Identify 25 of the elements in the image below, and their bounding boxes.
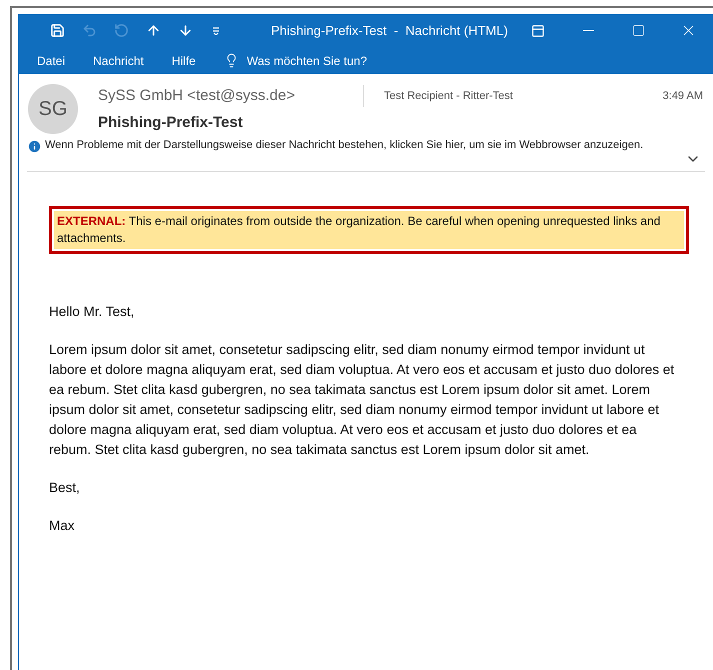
info-icon <box>27 138 42 154</box>
external-warning-text: EXTERNAL: This e-mail originates from outside the organization. Be careful when opening unrequested links and attachments. <box>57 214 660 244</box>
customize-icon <box>212 26 220 34</box>
info-message[interactable]: Wenn Probleme mit der Darstellungsweise dieser Nachricht bestehen, klicken Sie hier, um sie im Webbrowser anzuzeigen. <box>45 138 645 150</box>
body-paragraph: Max <box>49 516 76 534</box>
sender: SySS GmbH <test@syss.de> <box>98 86 296 106</box>
window-title: Phishing-Prefix-Test - Nachricht (HTML) <box>271 22 508 40</box>
body-paragraph: Best, <box>49 478 81 496</box>
body-paragraph: Hello Mr. Test, <box>49 302 136 320</box>
ribbon-display-icon <box>531 24 545 38</box>
body-paragraph: Lorem ipsum dolor sit amet, consetetur sadipscing elitr, sed diam nonumy eirmod tempor invidunt ut labore et dolore magna aliquyam erat, sed diam voluptua. At vero eos et accusam et justo duo dolores et ea rebum. Stet clita kasd gubergren, no sea takimata sanctus est Lorem ipsum dolor sit amet. Lorem ipsum dolor sit amet, consetetur sadipscing elitr, sed diam nonumy eirmod tempor invidunt ut labore et dolore magna aliquyam erat, sed diam voluptua. At vero eos et accusam et justo duo dolores et ea rebum. Stet clita kasd gubergren, no sea takimata sanctus est Lorem ipsum dolor sit amet. <box>49 340 676 459</box>
minimize-icon <box>582 30 594 31</box>
undo-icon <box>82 23 96 38</box>
menu-tab[interactable]: Datei <box>37 52 66 70</box>
maximize-icon <box>632 24 644 37</box>
menu-tab[interactable]: Hilfe <box>172 52 196 70</box>
down-arrow-icon <box>178 23 192 38</box>
avatar: SG <box>28 84 78 134</box>
subject: Phishing-Prefix-Test <box>98 113 244 133</box>
menu-tab[interactable]: Nachricht <box>93 52 144 70</box>
time: 3:49 AM <box>662 88 703 104</box>
recipient: Test Recipient - Ritter-Test <box>384 88 513 104</box>
redo-icon <box>114 23 128 38</box>
save-icon <box>50 23 64 38</box>
tell-me-field[interactable]: Was möchten Sie tun? <box>246 52 407 70</box>
